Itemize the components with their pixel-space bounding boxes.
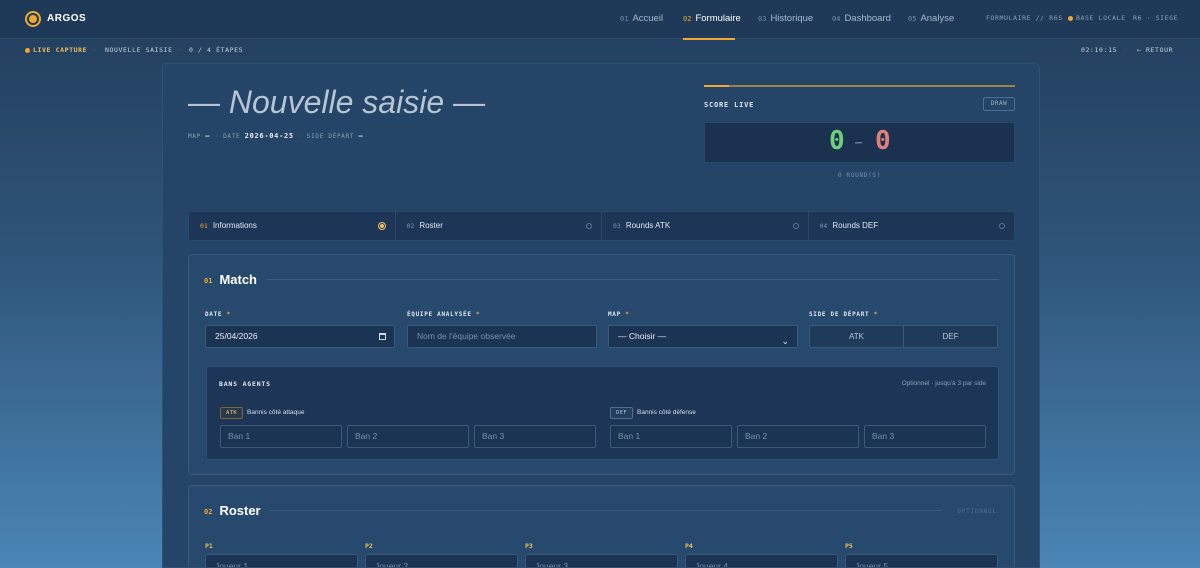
map-select[interactable]: — Choisir — ⌄ <box>608 325 798 348</box>
roster-section: 02 Roster OPTIONNEL P1 Joueur 1 P2 Joueur… <box>188 485 1015 567</box>
def-bans-label: Bannis côté défense <box>637 409 696 416</box>
nav-active-indicator <box>683 38 735 40</box>
base-status: BASE LOCALE <box>1068 14 1126 22</box>
section-title: 02 Roster <box>204 503 261 518</box>
atk-tag: ATK <box>220 407 244 419</box>
bans-panel: BANS AGENTS Optionnel · jusqu'à 3 par si… <box>206 366 999 460</box>
nav-historique[interactable]: 03 Historique <box>758 13 813 24</box>
player-label: P2 <box>365 542 373 550</box>
step-informations[interactable]: 01 Informations <box>189 212 396 240</box>
atk-ban-1-input[interactable]: Ban 1 <box>220 425 342 448</box>
player-label: P5 <box>845 542 853 550</box>
side-atk-option[interactable]: ATK <box>810 326 904 347</box>
nav-analyse[interactable]: 05 Analyse <box>908 13 954 24</box>
step-status-icon <box>377 222 386 230</box>
team-label: ÉQUIPE ANALYSÉE * <box>407 311 481 318</box>
player-5-input[interactable]: Joueur 5 <box>845 554 998 567</box>
top-bar: ARGOS 01 Accueil 02 Formulaire 03 Historiqu… <box>0 0 1200 40</box>
step-rounds-atk[interactable]: 03 Rounds ATK <box>602 212 809 240</box>
score-left: 0 <box>829 126 845 156</box>
page-title: — Nouvelle saisie — <box>188 84 485 120</box>
map-label: MAP * <box>608 311 630 318</box>
step-rounds-def[interactable]: 04 Rounds DEF <box>809 212 1015 240</box>
side-label: SIDE DE DÉPART * <box>809 311 878 318</box>
player-label: P3 <box>525 542 533 550</box>
separator: · <box>177 46 182 54</box>
section-title: 01 Match <box>204 272 257 287</box>
match-section: 01 Match DATE * 25/04/2026 ÉQUIPE ANALYSÉ… <box>188 254 1015 475</box>
draw-badge: DRAW <box>983 97 1015 111</box>
mode-label: NOUVELLE SAISIE <box>105 46 173 54</box>
nav-formulaire[interactable]: 02 Formulaire <box>683 13 741 24</box>
optional-badge: OPTIONNEL <box>957 508 997 515</box>
step-status-icon <box>999 223 1005 229</box>
date-input[interactable]: 25/04/2026 <box>205 325 395 348</box>
chevron-down-icon: ⌄ <box>781 336 789 346</box>
team-input[interactable]: Nom de l'équipe observée <box>407 325 597 348</box>
step-tabs: 01 Informations 02 Roster 03 Rounds ATK 04 R… <box>188 211 1015 241</box>
def-ban-3-input[interactable]: Ban 3 <box>864 425 986 448</box>
step-status-icon <box>586 223 592 229</box>
atk-ban-2-input[interactable]: Ban 2 <box>347 425 469 448</box>
side-toggle: ATK DEF <box>809 325 998 348</box>
game-tag: R6 · SIEGE <box>1133 14 1179 22</box>
player-2-input[interactable]: Joueur 2 <box>365 554 518 567</box>
calendar-icon[interactable] <box>379 333 386 340</box>
player-label: P1 <box>205 542 213 550</box>
date-label: DATE * <box>205 311 231 318</box>
score-progress-bar <box>704 85 1015 87</box>
score-right: 0 <box>875 126 891 156</box>
section-divider <box>269 510 941 511</box>
rounds-count: 0 ROUND(S) <box>837 172 882 179</box>
form-tag: FORMULAIRE // R6S <box>986 14 1063 22</box>
app-name: ARGOS <box>47 13 87 24</box>
form-card: — Nouvelle saisie — MAP — · DATE 2026-04… <box>162 63 1040 568</box>
player-4-input[interactable]: Joueur 4 <box>685 554 838 567</box>
def-ban-1-input[interactable]: Ban 1 <box>610 425 732 448</box>
step-roster[interactable]: 02 Roster <box>396 212 602 240</box>
score-box: 0 — 0 <box>704 122 1015 163</box>
atk-ban-3-input[interactable]: Ban 3 <box>474 425 596 448</box>
player-label: P4 <box>685 542 693 550</box>
step-status-icon <box>792 223 799 229</box>
live-dot-icon <box>25 47 30 53</box>
step-progress: 0 / 4 ÉTAPES <box>189 46 244 54</box>
clock: 02:10:15 <box>1081 46 1118 54</box>
nav-accueil[interactable]: 01 Accueil <box>620 13 663 24</box>
score-live-label: SCORE LIVE <box>704 101 755 109</box>
player-3-input[interactable]: Joueur 3 <box>525 554 678 567</box>
player-1-input[interactable]: Joueur 1 <box>205 554 358 567</box>
score-dash: — <box>855 135 863 149</box>
match-meta: MAP — · DATE 2026-04-25 · SIDE DÉPART — <box>188 132 364 140</box>
back-link[interactable]: ← RETOUR <box>1137 46 1173 54</box>
status-dot-icon <box>1068 15 1073 21</box>
live-capture-badge: LIVE CAPTURE <box>25 46 87 54</box>
atk-bans-label: Bannis côté attaque <box>247 409 305 416</box>
nav-dashboard[interactable]: 04 Dashboard <box>832 13 891 24</box>
separator: · <box>1123 46 1128 54</box>
side-def-option[interactable]: DEF <box>904 326 997 347</box>
def-ban-2-input[interactable]: Ban 2 <box>737 425 859 448</box>
logo-icon <box>27 13 39 25</box>
bans-title: BANS AGENTS <box>219 380 271 388</box>
bans-hint: Optionnel · jusqu'à 3 par side <box>901 380 986 387</box>
section-divider <box>267 279 999 280</box>
def-tag: DEF <box>610 407 634 419</box>
separator: · <box>93 46 98 54</box>
